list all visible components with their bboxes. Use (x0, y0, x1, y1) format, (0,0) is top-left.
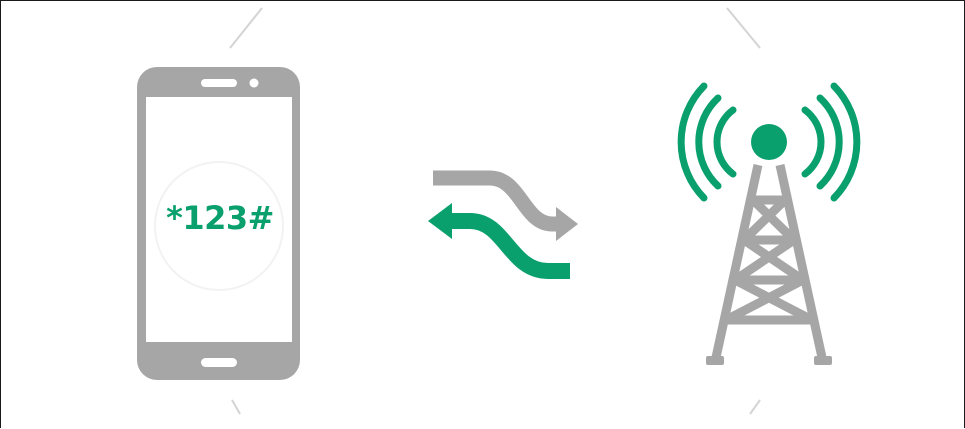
tower-structure (710, 164, 828, 363)
ussd-code-text: *123# (166, 199, 274, 237)
antenna-top (751, 124, 787, 160)
phone-camera (249, 78, 259, 88)
signal-tower-icon (677, 82, 861, 365)
incoming-arrowhead (428, 203, 452, 239)
two-way-transfer-arrows-icon (428, 170, 578, 279)
phone-speaker (201, 79, 237, 87)
decorative-arc-lines (229, 7, 761, 415)
illustration-canvas: *123# (0, 0, 965, 429)
phone-home-button (201, 358, 237, 367)
outgoing-arrowhead (556, 207, 578, 241)
